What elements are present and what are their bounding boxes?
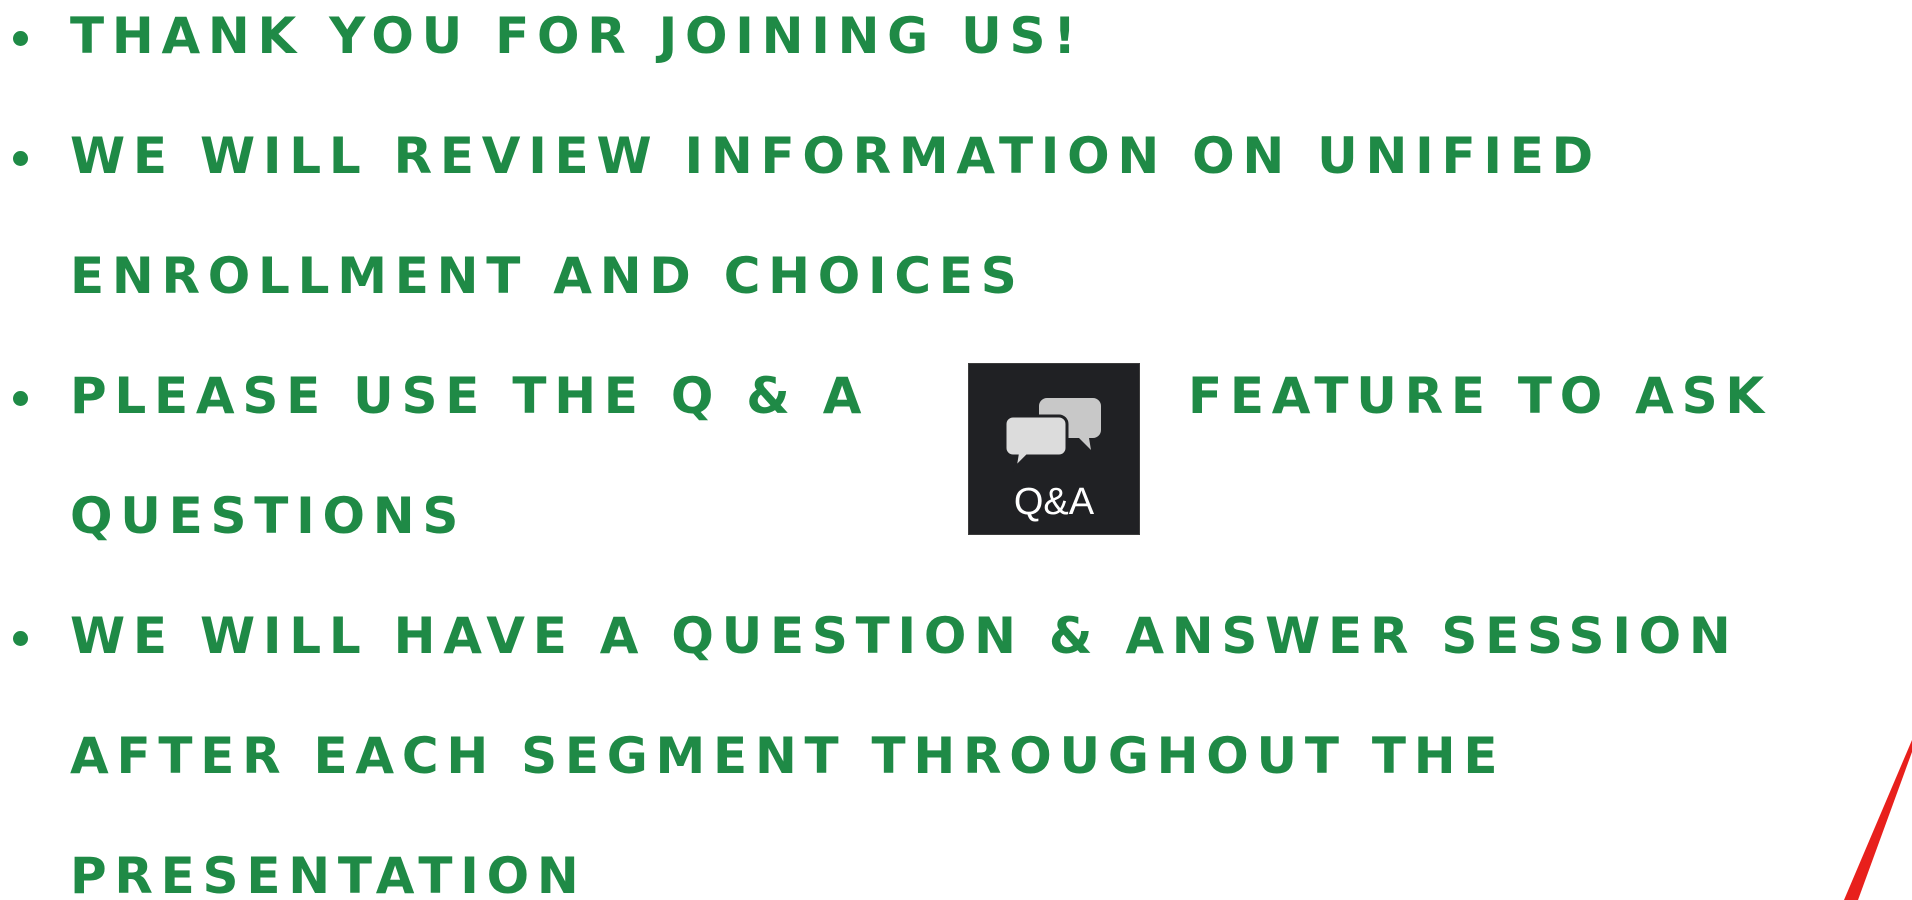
bullet-1-line-1: THANK YOU FOR JOINING US! [70, 7, 1084, 65]
bullet-4-line-2: AFTER EACH SEGMENT THROUGHOUT THE [70, 727, 1506, 785]
bullet-dot [13, 391, 28, 406]
qa-button-label: Q&A [1013, 481, 1095, 523]
qa-button[interactable]: Q&A [968, 363, 1140, 535]
red-stroke-decoration [1844, 740, 1912, 900]
bullet-dot [13, 31, 28, 46]
bullet-2-line-2: ENROLLMENT AND CHOICES [70, 247, 1025, 305]
bullet-3-line-2: QUESTIONS [70, 487, 467, 545]
bullet-2-line-1: WE WILL REVIEW INFORMATION ON UNIFIED [70, 127, 1601, 185]
bullet-dot [13, 151, 28, 166]
chat-bubbles-icon [1005, 398, 1101, 472]
bullet-4-line-3: PRESENTATION [70, 847, 587, 900]
slide: THANK YOU FOR JOINING US! WE WILL REVIEW… [0, 0, 1912, 900]
bullet-3-line-1: PLEASE USE THE Q & A [70, 367, 870, 425]
bullet-4-line-1: WE WILL HAVE A QUESTION & ANSWER SESSION [70, 607, 1739, 665]
bullet-3-after-icon: FEATURE TO ASK [1188, 367, 1772, 425]
bullet-dot [13, 631, 28, 646]
